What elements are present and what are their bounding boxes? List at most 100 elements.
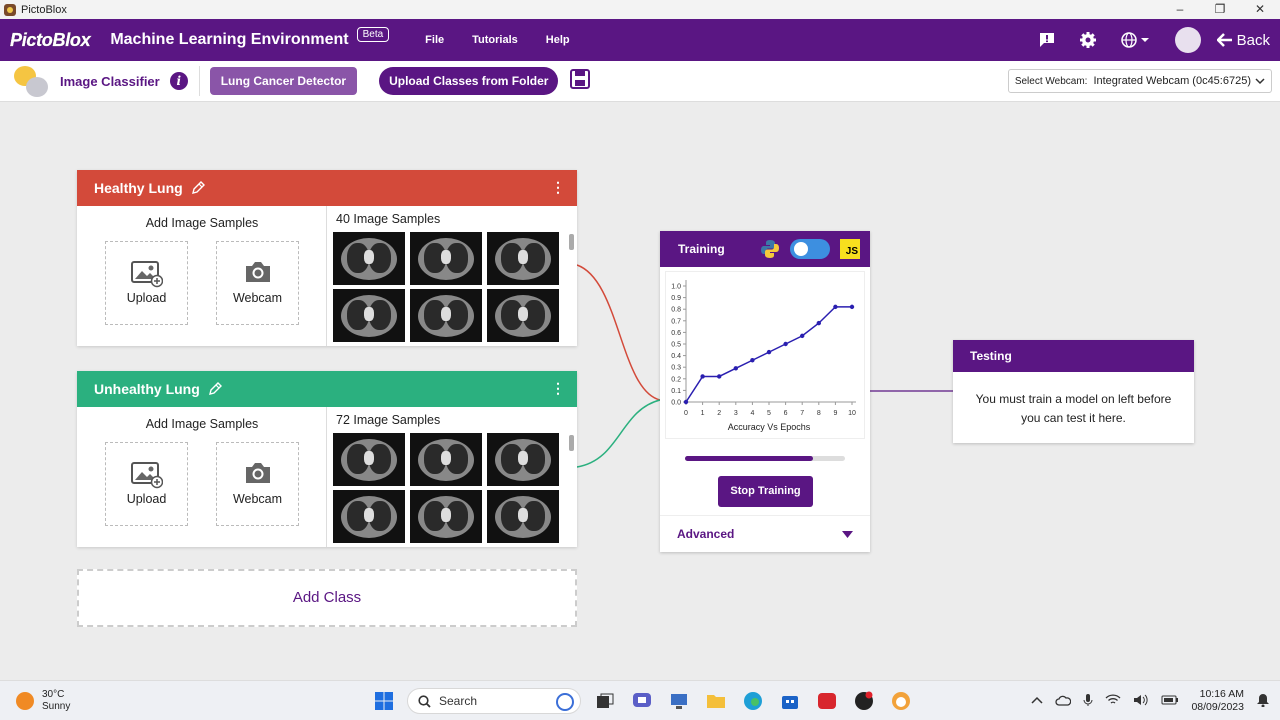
y-tick-label: 0.8 [671,307,681,314]
webcam-button[interactable]: Webcam [216,442,299,526]
accuracy-data-point [800,333,805,339]
x-tick-label: 8 [817,410,821,417]
y-tick-label: 0.9 [671,295,681,302]
x-tick-label: 5 [767,410,771,417]
x-tick-label: 0 [684,410,688,417]
advanced-label: Advanced [677,527,735,541]
y-tick-label: 0.0 [671,400,681,407]
class-name[interactable]: Healthy Lung [94,180,183,196]
sample-thumbnail[interactable] [487,433,559,486]
accuracy-data-point [816,320,821,326]
sample-thumbnail[interactable] [410,232,482,285]
accuracy-data-point [700,374,705,379]
chat-icon[interactable] [628,688,655,714]
webcam-label: Webcam [232,492,283,506]
sample-count: 72 Image Samples [336,413,441,427]
sample-thumbnail[interactable] [333,433,405,486]
accuracy-data-point [733,366,738,371]
chevron-up-icon[interactable] [1031,695,1043,707]
battery-icon[interactable] [1161,695,1179,708]
notification-bell-icon[interactable] [1256,693,1270,710]
x-tick-label: 10 [848,410,856,417]
edit-pencil-icon[interactable] [191,181,205,195]
y-tick-label: 1.0 [671,284,681,291]
system-clock[interactable]: 10:16 AM 08/09/2023 [1191,688,1244,714]
accuracy-data-point [833,304,838,310]
accuracy-data-point [683,399,689,405]
sample-thumbnail[interactable] [487,490,559,543]
samples-scrollbar[interactable] [569,234,574,250]
acrobat-icon[interactable] [813,688,840,714]
accuracy-chart: 0.0 0.1 0.2 0.3 0.4 0.5 0.6 0.7 0.8 0.9 1.0 0 1 2 3 4 5 6… [665,271,865,439]
training-header: Training JS [660,231,870,267]
cloud-icon[interactable] [1055,694,1072,709]
app-icon[interactable] [850,688,877,714]
webcam-label: Webcam [232,291,283,305]
caret-down-icon [842,531,853,538]
accuracy-chart-svg: 0.0 0.1 0.2 0.3 0.4 0.5 0.6 0.7 0.8 0.9 1.0 0 1 2 3 4 5 6… [671,280,856,432]
upload-label: Upload [126,291,167,305]
sample-thumbnail[interactable] [410,289,482,342]
javascript-icon[interactable]: JS [840,239,860,259]
samples-area: 40 Image Samples [328,206,577,346]
volume-icon[interactable] [1133,694,1149,709]
sample-thumbnail[interactable] [333,490,405,543]
y-tick-label: 0.6 [671,330,681,337]
testing-panel: Testing You must train a model on left b… [953,340,1194,443]
upload-button[interactable]: Upload [105,442,188,526]
file-explorer-icon[interactable] [702,688,729,714]
x-tick-label: 9 [833,410,837,417]
training-progress-bar [685,456,845,461]
training-title: Training [678,242,725,256]
search-placeholder: Search [439,694,478,708]
add-samples-section: Add Image Samples Upload Webcam [77,407,327,547]
edge-browser-icon[interactable] [739,688,766,714]
sample-thumbnail[interactable] [333,289,405,342]
taskbar-search[interactable]: Search [407,688,581,714]
upload-button[interactable]: Upload [105,241,188,325]
image-upload-icon [106,260,187,288]
pictoblox-taskbar-icon[interactable] [887,688,914,714]
x-tick-label: 6 [784,410,788,417]
class-menu-icon[interactable]: ⋮ [551,380,565,397]
x-axis-label: Accuracy Vs Epochs [728,422,811,432]
class-menu-icon[interactable]: ⋮ [551,179,565,196]
edit-pencil-icon[interactable] [208,382,222,396]
image-upload-icon [106,461,187,489]
store-icon[interactable] [776,688,803,714]
task-view-icon[interactable] [591,688,618,714]
add-class-button[interactable]: Add Class [77,569,577,627]
class-header: Healthy Lung ⋮ [77,170,577,206]
weather-temperature: 30°C [42,689,65,700]
samples-scrollbar[interactable] [569,435,574,451]
y-tick-label: 0.2 [671,376,681,383]
sun-icon [16,692,34,710]
advanced-toggle[interactable]: Advanced [660,515,870,552]
sample-thumbnail[interactable] [410,490,482,543]
sample-thumbnail[interactable] [487,232,559,285]
testing-message: You must train a model on left before yo… [975,392,1172,425]
wifi-icon[interactable] [1105,693,1121,709]
upload-label: Upload [126,492,167,506]
windows-start-icon[interactable] [370,688,397,714]
y-tick-label: 0.7 [671,318,681,325]
webcam-button[interactable]: Webcam [216,241,299,325]
class-name[interactable]: Unhealthy Lung [94,381,200,397]
weather-condition: Sunny [42,701,71,712]
add-samples-title: Add Image Samples [145,417,259,431]
stop-training-button[interactable]: Stop Training [718,476,813,507]
remote-desktop-icon[interactable] [665,688,692,714]
accuracy-data-point [783,341,788,347]
accuracy-data-point [766,349,772,355]
taskbar: 30°C Sunny Search 10:16 AM 08/09/2023 [0,680,1280,720]
samples-area: 72 Image Samples [328,407,577,547]
sample-thumbnail[interactable] [487,289,559,342]
python-js-toggle[interactable] [790,239,830,259]
sample-thumbnail[interactable] [410,433,482,486]
weather-widget[interactable]: 30°C Sunny [16,689,70,713]
sample-thumbnail[interactable] [333,232,405,285]
microphone-icon[interactable] [1083,693,1093,710]
python-icon[interactable] [760,239,780,262]
search-icon [418,694,431,708]
training-progress-fill [685,456,813,461]
